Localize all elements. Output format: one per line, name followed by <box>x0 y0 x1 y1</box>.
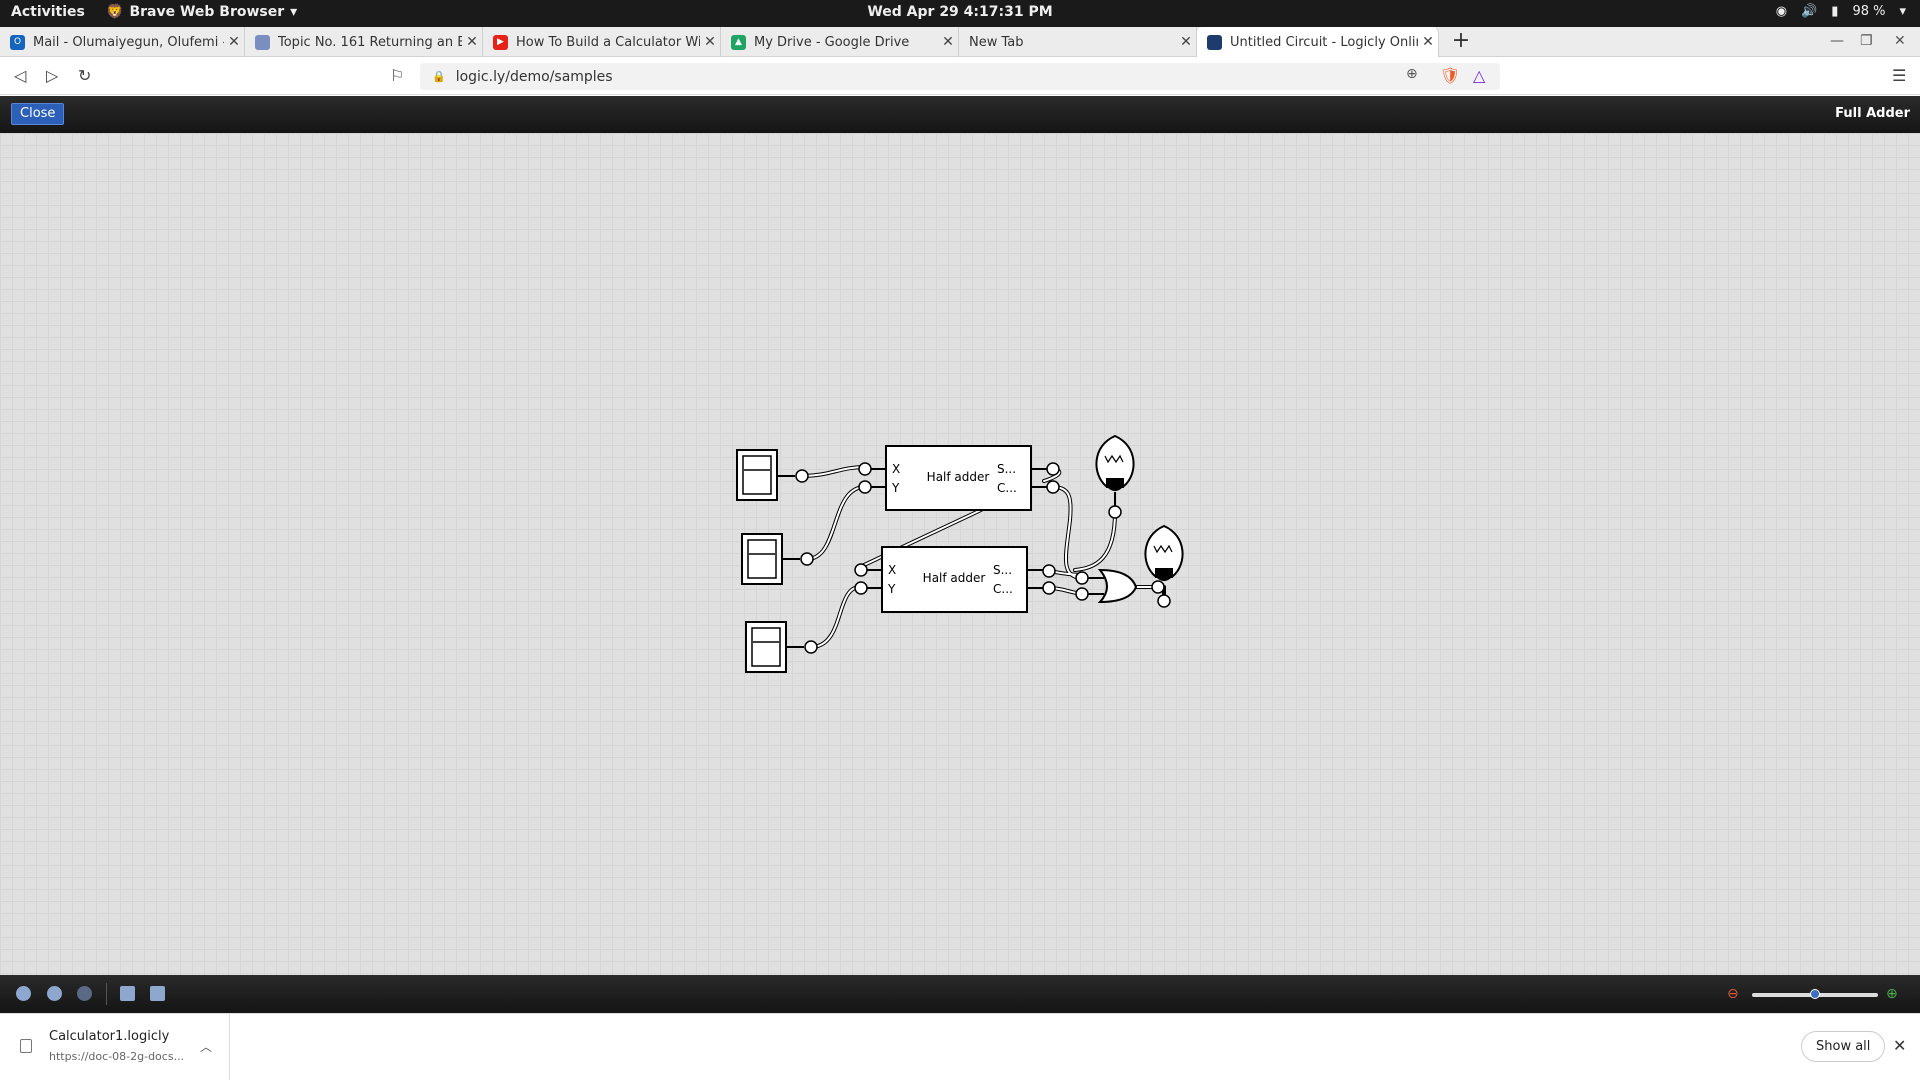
close-icon[interactable]: ✕ <box>938 34 958 50</box>
close-icon[interactable]: ✕ <box>700 34 720 50</box>
wire <box>1073 510 1117 572</box>
tab-drive[interactable]: ▲ My Drive - Google Drive ✕ <box>721 27 959 57</box>
zoom-out-icon[interactable]: ⊖ <box>1727 986 1739 1002</box>
output-s-label: S... <box>997 462 1016 476</box>
half-adder-1[interactable]: X Y Half adder S... C... <box>858 445 1060 511</box>
logicly-header: Close Full Adder <box>0 96 1920 133</box>
download-bar: Calculator1.logicly https://doc-08-2g-do… <box>0 1013 1920 1080</box>
brave-rewards-icon[interactable]: △ <box>1473 66 1485 85</box>
download-item[interactable]: Calculator1.logicly https://doc-08-2g-do… <box>0 1014 230 1080</box>
close-icon[interactable]: ✕ <box>1418 34 1438 50</box>
toggle-switch-3[interactable] <box>745 621 818 673</box>
close-icon[interactable]: ✕ <box>1893 1036 1906 1055</box>
url-bar[interactable]: 🔒 logic.ly/demo/samples <box>420 63 1500 90</box>
chevron-up-icon[interactable]: ︿ <box>200 1038 212 1055</box>
system-tray[interactable]: ◉ 🔊 ▮ 98 % ▾ <box>1776 4 1906 19</box>
brave-lion-icon: 🦁 <box>106 4 124 20</box>
circuit-title: Full Adder <box>1835 106 1910 121</box>
pause-icon[interactable] <box>47 986 62 1001</box>
battery-icon: ▮ <box>1831 4 1839 19</box>
outlook-icon: O <box>10 34 25 50</box>
chevron-down-icon: ▾ <box>1899 4 1906 19</box>
address-toolbar: ◁ ▷ ↻ ⚐ 🔒 logic.ly/demo/samples ⊕ 🛡 △ ☰ <box>0 57 1920 95</box>
wifi-icon: ◉ <box>1775 4 1788 19</box>
component-label: Half adder <box>927 470 990 484</box>
download-file-name: Calculator1.logicly <box>49 1029 170 1044</box>
zoom-in-icon[interactable]: ⊕ <box>1886 986 1898 1002</box>
circuit-canvas[interactable]: X Y Half adder S... C... X Y Half adder … <box>0 133 1920 975</box>
tab-strip: O Mail - Olumaiyegun, Olufemi - O ✕ Topi… <box>0 27 1920 57</box>
chevron-down-icon: ▾ <box>290 4 298 20</box>
tab-logicly[interactable]: Untitled Circuit - Logicly Online ✕ <box>1197 27 1439 57</box>
half-adder-2[interactable]: X Y Half adder S... C... <box>854 546 1056 613</box>
reload-icon[interactable]: ↻ <box>78 66 91 85</box>
toggle-switch-1[interactable] <box>736 449 809 501</box>
input-y-label: Y <box>891 481 900 495</box>
window-close-icon[interactable]: ✕ <box>1894 33 1906 49</box>
close-icon[interactable]: ✕ <box>224 34 244 50</box>
wire <box>809 585 862 649</box>
step-back-icon[interactable] <box>16 986 31 1001</box>
clock[interactable]: Wed Apr 29 4:17:31 PM <box>867 4 1052 20</box>
bookmark-icon[interactable]: ⚐ <box>390 66 404 85</box>
google-drive-icon: ▲ <box>731 34 746 50</box>
output-c-label: C... <box>993 582 1013 596</box>
tab-topic[interactable]: Topic No. 161 Returning an Erro ✕ <box>245 27 483 57</box>
light-bulb-sum <box>1095 434 1135 519</box>
copy-icon[interactable] <box>120 986 135 1001</box>
app-menu[interactable]: 🦁 Brave Web Browser ▾ <box>106 4 297 20</box>
input-x-label: X <box>892 462 900 476</box>
input-x-label: X <box>888 563 896 577</box>
file-icon <box>20 1039 32 1053</box>
site-icon <box>255 34 270 50</box>
youtube-icon: ▶ <box>493 34 508 50</box>
zoom-slider[interactable] <box>1752 989 1878 999</box>
close-icon[interactable]: ✕ <box>1176 34 1196 50</box>
battery-percent: 98 % <box>1852 4 1886 19</box>
step-forward-icon[interactable] <box>77 986 92 1001</box>
input-y-label: Y <box>887 582 896 596</box>
site-settings-icon[interactable]: ⊕ <box>1406 66 1418 82</box>
back-icon[interactable]: ◁ <box>14 66 26 85</box>
grid-icon[interactable] <box>150 986 165 1001</box>
light-bulb-carry <box>1144 524 1184 608</box>
component-label: Half adder <box>923 571 986 585</box>
show-all-button[interactable]: Show all <box>1801 1031 1886 1062</box>
tab-title: Mail - Olumaiyegun, Olufemi - O <box>33 34 224 50</box>
tab-title: Topic No. 161 Returning an Erro <box>278 34 462 50</box>
brave-shields-icon[interactable]: 🛡 <box>1440 66 1460 85</box>
forward-icon[interactable]: ▷ <box>46 66 58 85</box>
tab-new[interactable]: New Tab ✕ <box>959 27 1197 57</box>
tab-mail[interactable]: O Mail - Olumaiyegun, Olufemi - O ✕ <box>0 27 245 57</box>
divider <box>106 983 107 1005</box>
circuit-diagram: X Y Half adder S... C... X Y Half adder … <box>736 434 1184 673</box>
menu-icon[interactable]: ☰ <box>1892 66 1906 85</box>
logicly-icon <box>1207 34 1222 50</box>
simulation-toolbar: ⊖ ⊕ <box>0 975 1920 1013</box>
output-c-label: C... <box>997 481 1017 495</box>
restore-icon[interactable]: ❐ <box>1860 33 1873 49</box>
minimize-icon[interactable]: — <box>1830 33 1844 49</box>
activities-button[interactable]: Activities <box>11 4 85 20</box>
download-source: https://doc-08-2g-docs... <box>49 1050 185 1063</box>
volume-icon: 🔊 <box>1801 4 1818 19</box>
tab-title: Untitled Circuit - Logicly Online <box>1230 34 1418 50</box>
toggle-switch-2[interactable] <box>741 533 814 585</box>
tab-youtube[interactable]: ▶ How To Build a Calculator With ✕ <box>483 27 721 57</box>
tab-title: How To Build a Calculator With <box>516 34 700 50</box>
tab-title: New Tab <box>969 34 1024 50</box>
system-top-bar: Activities 🦁 Brave Web Browser ▾ Wed Apr… <box>0 0 1920 27</box>
tab-title: My Drive - Google Drive <box>754 34 910 50</box>
new-tab-button[interactable]: + <box>1446 27 1476 57</box>
output-s-label: S... <box>993 563 1012 577</box>
close-button[interactable]: Close <box>11 103 65 125</box>
lock-icon: 🔒 <box>432 70 446 83</box>
url-text: logic.ly/demo/samples <box>455 68 613 85</box>
close-icon[interactable]: ✕ <box>462 34 482 50</box>
zoom-slider-knob[interactable] <box>1810 989 1820 999</box>
app-name: Brave Web Browser <box>129 4 285 20</box>
